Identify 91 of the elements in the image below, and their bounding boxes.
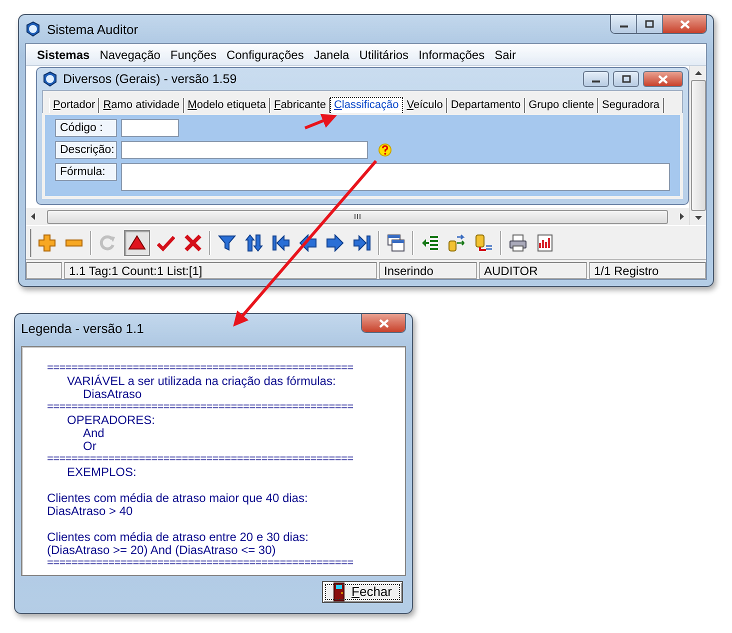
minimize-button[interactable] (611, 15, 637, 33)
legend-text: VARIÁVEL a ser utilizada na criação das fórmulas: (66, 375, 337, 388)
cylinders-icon (448, 234, 466, 252)
down-arrow-icon (694, 216, 702, 220)
door-icon (332, 582, 345, 602)
grip-icon (354, 213, 361, 220)
checkmark-icon (157, 234, 175, 252)
left-arrow-icon (31, 213, 35, 220)
separator-line: ================================================== (47, 453, 354, 466)
separator-line: ================================================== (47, 557, 354, 570)
field-label: Fórmula: (55, 163, 117, 181)
close-button[interactable] (643, 71, 683, 87)
up-button[interactable] (124, 230, 150, 256)
right-arrow-icon (326, 234, 344, 252)
maximize-icon (645, 20, 654, 28)
vertical-scrollbar[interactable] (689, 66, 706, 225)
left-arrow-icon (299, 234, 317, 252)
triangle-icon (128, 234, 146, 252)
separator-line: ================================================== (47, 362, 354, 374)
close-button[interactable]: Fechar (322, 580, 403, 602)
legend-text: DiasAtraso > 40 (47, 505, 134, 518)
menu-item[interactable]: Utilitários (354, 48, 414, 62)
legend-text: Clientes com média de atraso entre 20 e 30 dias: (47, 531, 310, 544)
maximize-icon (622, 74, 630, 84)
arrow (304, 114, 337, 130)
chart-sheet-icon (536, 234, 554, 252)
legend-text: Clientes com média de atraso maior que 40 dias: (47, 492, 309, 505)
menu-item[interactable]: Sistemas (32, 48, 95, 62)
close-icon (378, 318, 388, 328)
printer-icon (509, 234, 527, 252)
field-label: Código : (55, 119, 117, 137)
minimize-button[interactable] (583, 71, 609, 87)
list-arrow-icon (421, 234, 439, 252)
input-field[interactable] (121, 163, 670, 191)
window-title: Legenda - versão 1.1 (21, 320, 144, 336)
tab[interactable]: Grupo cliente (524, 98, 598, 113)
tab[interactable]: Fabricante (270, 98, 330, 113)
close-icon (658, 74, 668, 84)
last-arrow-icon (353, 234, 371, 252)
menu-item[interactable]: Sair (490, 48, 521, 62)
circular-arrow-icon (99, 234, 117, 252)
tab[interactable]: Classificação (330, 97, 403, 113)
menu-item[interactable]: Configurações (221, 48, 309, 62)
shield-logo-icon (42, 71, 58, 87)
tab[interactable]: Seguradora (598, 98, 664, 113)
plus-icon (38, 234, 56, 252)
input-field[interactable] (121, 141, 368, 159)
status-text: 1.1 Tag:1 Count:1 List:[1] (64, 262, 377, 279)
windows-icon (387, 234, 405, 252)
status-cell (26, 262, 62, 279)
legend-text: OPERADORES: (66, 414, 156, 427)
menu-item[interactable]: Janela (308, 48, 354, 62)
tab[interactable]: Veículo (402, 98, 447, 113)
legend-text: (DiasAtraso >= 20) And (DiasAtraso <= 30) (47, 544, 277, 557)
cylinder-arrow-icon (475, 234, 493, 252)
close-button[interactable] (362, 314, 405, 332)
separator-line: ================================================== (47, 401, 354, 414)
legend-text: Or (82, 440, 98, 453)
tab[interactable]: Modelo etiqueta (184, 98, 270, 113)
horizontal-scrollbar[interactable] (26, 208, 689, 225)
menu-item[interactable]: Funções (165, 48, 222, 62)
scroll-thumb[interactable] (47, 210, 668, 224)
shield-logo-icon (25, 21, 41, 37)
close-icon (680, 20, 690, 28)
tab[interactable]: Portador (49, 98, 100, 113)
status-text: Inserindo (379, 262, 477, 279)
tab[interactable]: Departamento (446, 98, 525, 113)
minimize-icon (620, 25, 628, 28)
funnel-icon (218, 234, 236, 252)
window-title: Sistema Auditor (47, 22, 138, 36)
status-text: 1/1 Registro (589, 262, 706, 279)
menu-item[interactable]: Navegação (94, 48, 166, 62)
menu-item[interactable]: Informações (414, 48, 490, 62)
legend-text: EXEMPLOS: (66, 466, 138, 479)
field-label: Descrição: (55, 141, 117, 159)
x-icon (184, 234, 202, 252)
maximize-button[interactable] (613, 71, 639, 87)
window-title: Diversos (Gerais) - versão 1.59 (63, 72, 237, 86)
legend-text: DiasAtraso (82, 388, 143, 401)
minimize-icon (592, 80, 600, 83)
maximize-button[interactable] (637, 15, 663, 33)
up-down-arrows-icon (245, 234, 263, 252)
tab[interactable]: Ramo atividade (99, 98, 184, 113)
legend-text: And (82, 427, 106, 440)
close-button[interactable] (663, 15, 706, 33)
up-arrow-icon (694, 71, 702, 75)
status-text: AUDITOR (479, 262, 587, 279)
scroll-thumb[interactable] (690, 80, 706, 211)
right-arrow-icon (680, 213, 684, 220)
input-field[interactable] (121, 119, 179, 137)
first-arrow-icon (272, 234, 290, 252)
